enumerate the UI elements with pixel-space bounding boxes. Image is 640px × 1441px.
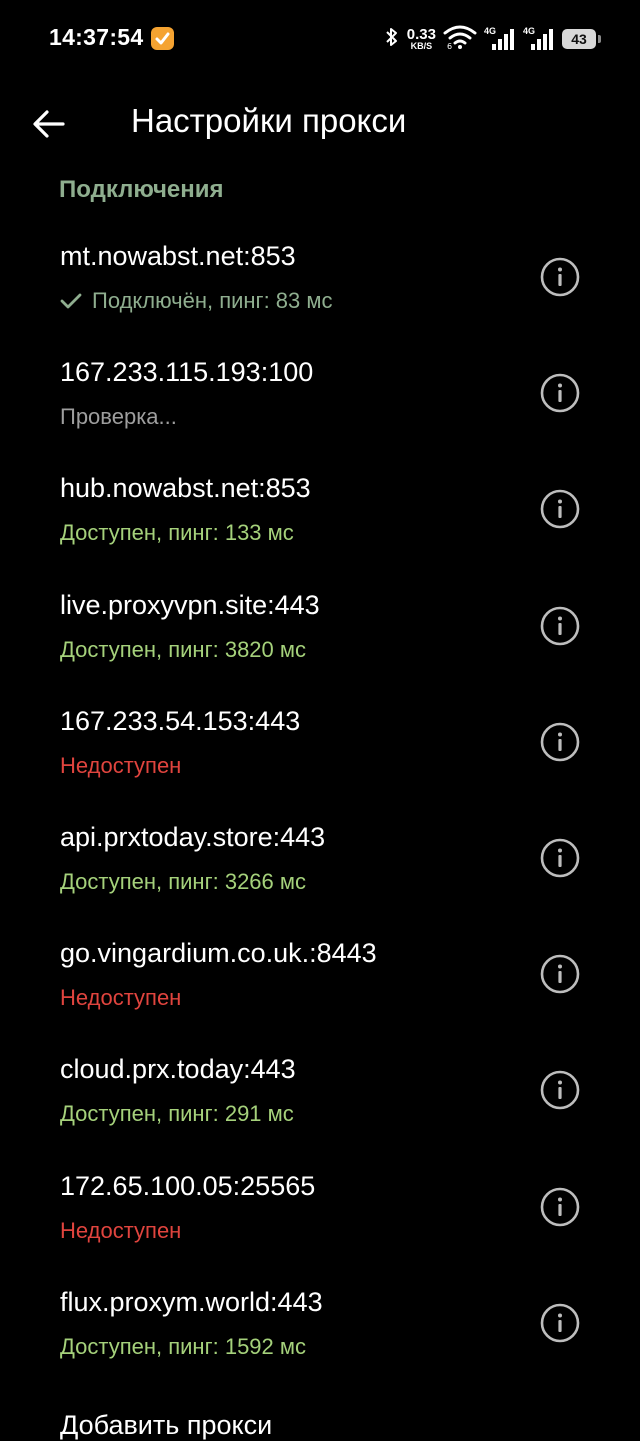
back-button[interactable] bbox=[24, 100, 74, 148]
info-icon[interactable] bbox=[540, 373, 580, 413]
proxy-status: Подключён, пинг: 83 мс bbox=[60, 288, 333, 314]
proxy-address: api.prxtoday.store:443 bbox=[60, 821, 326, 852]
info-icon[interactable] bbox=[540, 489, 580, 529]
info-icon[interactable] bbox=[540, 722, 580, 762]
proxy-item[interactable]: 167.233.54.153:443 Недоступен bbox=[0, 684, 640, 800]
info-icon[interactable] bbox=[540, 257, 580, 297]
proxy-address: 167.233.54.153:443 bbox=[60, 705, 301, 736]
proxy-address: mt.nowabst.net:853 bbox=[60, 241, 296, 271]
proxy-address: hub.nowabst.net:853 bbox=[60, 473, 311, 504]
info-icon[interactable] bbox=[540, 1187, 580, 1227]
proxy-item[interactable]: live.proxyvpn.site:443 Доступен, пинг: 3… bbox=[0, 568, 640, 684]
proxy-status-text: Доступен, пинг: 133 мс bbox=[60, 520, 294, 546]
proxy-item[interactable]: hub.nowabst.net:853 Доступен, пинг: 133 … bbox=[0, 451, 640, 567]
proxy-status: Недоступен bbox=[60, 985, 181, 1011]
network-speed-value: 0.33 bbox=[406, 26, 436, 43]
proxy-address: cloud.prx.today:443 bbox=[60, 1054, 296, 1085]
status-time: 14:37:54 bbox=[49, 24, 144, 50]
proxy-item[interactable]: 172.65.100.05:25565 Недоступен bbox=[0, 1149, 640, 1265]
proxy-status: Доступен, пинг: 3820 мс bbox=[60, 637, 306, 663]
proxy-item[interactable]: go.vingardium.co.uk.:8443 Недоступен bbox=[0, 916, 640, 1032]
proxy-item[interactable]: flux.proxym.world:443 Доступен, пинг: 15… bbox=[0, 1265, 640, 1381]
proxy-item[interactable]: mt.nowabst.net:853 Подключён, пинг: 83 м… bbox=[0, 219, 640, 335]
proxy-status: Доступен, пинг: 1592 мс bbox=[60, 1334, 306, 1360]
info-icon[interactable] bbox=[540, 1303, 580, 1343]
proxy-address: live.proxyvpn.site:443 bbox=[60, 589, 320, 620]
proxy-status-text: Доступен, пинг: 1592 мс bbox=[60, 1333, 307, 1359]
cellular-signal-2-icon: 4G bbox=[523, 26, 555, 52]
proxy-status: Доступен, пинг: 291 мс bbox=[60, 1101, 294, 1127]
add-proxy-button[interactable]: Добавить прокси bbox=[60, 1410, 272, 1441]
status-indicators: 0.33 KB/S 6 4G 4G 43 bbox=[384, 24, 601, 55]
info-icon[interactable] bbox=[540, 838, 580, 878]
proxy-address: flux.proxym.world:443 bbox=[60, 1286, 323, 1317]
page-title: Настройки прокси bbox=[131, 102, 407, 139]
proxy-item[interactable]: api.prxtoday.store:443 Доступен, пинг: 3… bbox=[0, 800, 640, 916]
bluetooth-icon bbox=[384, 25, 400, 54]
info-icon[interactable] bbox=[540, 954, 580, 994]
proxy-status-text: Недоступен bbox=[60, 1217, 182, 1243]
notification-app-icon bbox=[151, 27, 174, 50]
proxy-status: Доступен, пинг: 3266 мс bbox=[60, 869, 306, 895]
app-bar: Настройки прокси bbox=[0, 78, 640, 168]
arrow-left-icon bbox=[33, 110, 65, 138]
proxy-status: Доступен, пинг: 133 мс bbox=[60, 520, 294, 546]
cellular-signal-1-icon: 4G bbox=[484, 26, 516, 52]
proxy-status: Недоступен bbox=[60, 753, 181, 779]
proxy-item[interactable]: cloud.prx.today:443 Доступен, пинг: 291 … bbox=[0, 1032, 640, 1148]
battery-icon: 43 bbox=[562, 29, 601, 49]
status-bar: 14:37:54 0.33 KB/S 6 4G 4G 43 bbox=[0, 0, 640, 78]
proxy-status: Недоступен bbox=[60, 1218, 181, 1244]
proxy-status-text: Подключён, пинг: 83 мс bbox=[92, 288, 333, 313]
proxy-status-text: Недоступен bbox=[60, 985, 182, 1011]
proxy-status: Проверка... bbox=[60, 404, 177, 430]
proxy-status-text: Недоступен bbox=[60, 752, 182, 778]
proxy-status-text: Доступен, пинг: 3266 мс bbox=[60, 868, 307, 894]
section-header-connections: Подключения bbox=[59, 176, 224, 203]
proxy-address: go.vingardium.co.uk.:8443 bbox=[60, 938, 377, 969]
battery-level: 43 bbox=[571, 31, 587, 47]
proxy-list: mt.nowabst.net:853 Подключён, пинг: 83 м… bbox=[0, 219, 640, 1381]
info-icon[interactable] bbox=[540, 1070, 580, 1110]
proxy-address: 172.65.100.05:25565 bbox=[60, 1170, 316, 1201]
proxy-status-text: Доступен, пинг: 291 мс bbox=[60, 1101, 294, 1127]
network-speed-unit: KB/S bbox=[410, 41, 433, 51]
proxy-item[interactable]: 167.233.115.193:100 Проверка... bbox=[0, 335, 640, 451]
info-icon[interactable] bbox=[540, 606, 580, 646]
proxy-status-text: Проверка... bbox=[60, 404, 177, 430]
network-speed: 0.33 KB/S bbox=[407, 27, 436, 51]
check-icon bbox=[60, 293, 82, 309]
proxy-status-text: Доступен, пинг: 3820 мс bbox=[60, 636, 307, 662]
svg-text:6: 6 bbox=[447, 42, 452, 50]
wifi-icon: 6 bbox=[443, 24, 477, 55]
proxy-address: 167.233.115.193:100 bbox=[60, 357, 314, 388]
